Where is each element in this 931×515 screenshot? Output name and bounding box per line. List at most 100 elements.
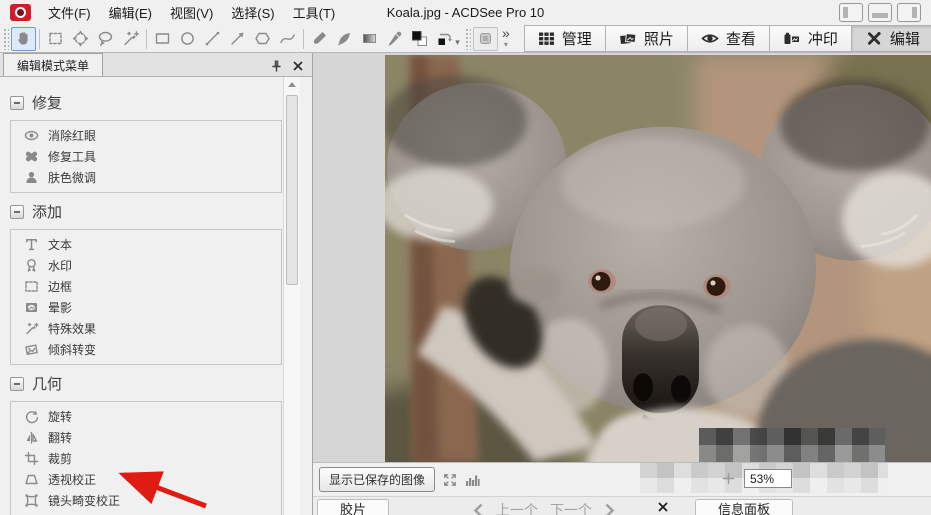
draw-ellipse-tool-button[interactable]	[175, 27, 200, 51]
paint-brush-icon	[310, 29, 329, 48]
mode-tab-develop[interactable]: 冲印	[769, 25, 851, 52]
item-text[interactable]: 文本	[17, 234, 275, 255]
toolbar-overflow-button[interactable]: »▾	[498, 27, 514, 51]
item-lens-distortion-correction[interactable]: 镜头畸变校正	[17, 490, 275, 511]
histogram-icon	[465, 473, 480, 487]
collapse-add-button[interactable]	[10, 205, 24, 219]
toggle-left-panel-button[interactable]	[839, 3, 863, 22]
magic-wand-tool-button[interactable]	[118, 27, 143, 51]
curve-icon	[278, 29, 297, 48]
clone-brush-icon	[335, 29, 354, 48]
eye-icon	[701, 30, 719, 47]
section-add: 添加	[10, 201, 282, 222]
mode-tabs: 管理 照片 查看 冲印	[524, 25, 931, 52]
draw-polygon-tool-button[interactable]	[250, 27, 275, 51]
show-saved-image-button[interactable]: 显示已保存的图像	[319, 467, 435, 492]
draw-line-tool-button[interactable]	[200, 27, 225, 51]
flip-icon	[24, 430, 39, 445]
draw-curve-tool-button[interactable]	[275, 27, 300, 51]
clone-brush-tool-button[interactable]	[332, 27, 357, 51]
zoom-level-field[interactable]: 53%	[744, 469, 792, 488]
panel-tab-edit-mode-menu[interactable]: 编辑模式菜单	[3, 53, 103, 76]
zoom-in-button[interactable]	[722, 472, 735, 490]
panel-scrollbar[interactable]	[283, 77, 300, 515]
marquee-select-tool-button[interactable]	[43, 27, 68, 51]
edit-icon	[865, 30, 883, 47]
menu-tools[interactable]: 工具(T)	[284, 0, 345, 26]
eyedropper-tool-button[interactable]	[382, 27, 407, 51]
panel-close-icon[interactable]	[292, 60, 304, 72]
arrow-icon	[228, 29, 247, 48]
lasso-select-icon	[96, 29, 115, 48]
expand-arrows-icon	[443, 473, 457, 487]
item-vignette[interactable]: 晕影	[17, 297, 275, 318]
red-eye-icon	[24, 128, 39, 143]
next-chevron-icon[interactable]	[604, 503, 615, 515]
film-strip-tab[interactable]: 胶片	[317, 499, 389, 515]
scrollbar-thumb[interactable]	[286, 95, 298, 285]
draw-arrow-tool-button[interactable]	[225, 27, 250, 51]
fit-image-button[interactable]	[443, 473, 457, 487]
close-panel-button[interactable]	[657, 500, 669, 515]
mode-tab-view[interactable]: 查看	[687, 25, 769, 52]
polygon-icon	[253, 29, 272, 48]
collapse-geometry-button[interactable]	[10, 377, 24, 391]
menu-view[interactable]: 视图(V)	[161, 0, 222, 26]
mode-tab-photos[interactable]: 照片	[605, 25, 687, 52]
pin-icon[interactable]	[270, 59, 283, 72]
menu-select[interactable]: 选择(S)	[222, 0, 283, 26]
menu-edit[interactable]: 编辑(E)	[100, 0, 161, 26]
film-nav: 上一个 下一个	[473, 500, 615, 515]
histogram-button[interactable]	[465, 473, 480, 487]
paint-brush-tool-button[interactable]	[307, 27, 332, 51]
item-watermark[interactable]: 水印	[17, 255, 275, 276]
grid-icon	[538, 30, 555, 47]
toolbar-grip[interactable]	[465, 28, 471, 50]
selection-fill-button[interactable]	[473, 27, 498, 51]
previous-chevron-icon[interactable]	[473, 503, 484, 515]
gradient-fill-tool-button[interactable]	[357, 27, 382, 51]
mode-tab-manage[interactable]: 管理	[524, 25, 605, 52]
item-special-effects[interactable]: 特殊效果	[17, 318, 275, 339]
scrollbar-up-arrow[interactable]	[284, 77, 300, 92]
item-resize[interactable]: 调整大小	[17, 511, 275, 515]
magic-wand-icon	[121, 29, 140, 48]
transform-move-tool-button[interactable]	[68, 27, 93, 51]
lasso-select-tool-button[interactable]	[93, 27, 118, 51]
crop-icon	[24, 451, 39, 466]
next-button[interactable]: 下一个	[550, 500, 592, 515]
transform-move-icon	[71, 29, 90, 48]
color-swatches-button[interactable]	[407, 27, 432, 51]
item-skin-tune[interactable]: 肤色微调	[17, 167, 275, 188]
minimize-button[interactable]	[868, 3, 892, 22]
item-remove-red-eye[interactable]: 消除红眼	[17, 125, 275, 146]
item-repair-tool[interactable]: 修复工具	[17, 146, 275, 167]
ellipse-icon	[178, 29, 197, 48]
close-x-icon	[657, 501, 669, 513]
item-flip[interactable]: 翻转	[17, 427, 275, 448]
mode-tab-edit[interactable]: 编辑	[851, 25, 931, 52]
draw-rectangle-tool-button[interactable]	[150, 27, 175, 51]
item-border[interactable]: 边框	[17, 276, 275, 297]
viewer-bottom-toolbar: 显示已保存的图像 53%	[313, 463, 931, 496]
menu-file[interactable]: 文件(F)	[39, 0, 100, 26]
koala-photo[interactable]	[385, 55, 931, 462]
toolbar-grip[interactable]	[3, 28, 9, 50]
toggle-right-panel-button[interactable]	[897, 3, 921, 22]
pan-hand-tool-button[interactable]	[11, 27, 36, 51]
repair-group: 消除红眼 修复工具 肤色微调	[10, 120, 282, 193]
item-tilt-shift[interactable]: 倾斜转变	[17, 339, 275, 360]
info-panel-tab[interactable]: 信息面板	[695, 499, 793, 515]
previous-button[interactable]: 上一个	[496, 500, 538, 515]
acdsee-logo-icon[interactable]	[10, 4, 31, 21]
effects-icon	[24, 321, 39, 336]
collapse-repair-button[interactable]	[10, 96, 24, 110]
section-repair: 修复	[10, 92, 282, 113]
edit-menu-panel: 编辑模式菜单 修复 消除红眼	[0, 53, 313, 515]
swap-colors-button[interactable]: ▾	[432, 27, 463, 51]
item-perspective-correction[interactable]: 透视校正	[17, 469, 275, 490]
item-rotate[interactable]: 旋转	[17, 406, 275, 427]
item-crop[interactable]: 裁剪	[17, 448, 275, 469]
text-icon	[24, 237, 39, 252]
photos-icon	[619, 30, 637, 47]
